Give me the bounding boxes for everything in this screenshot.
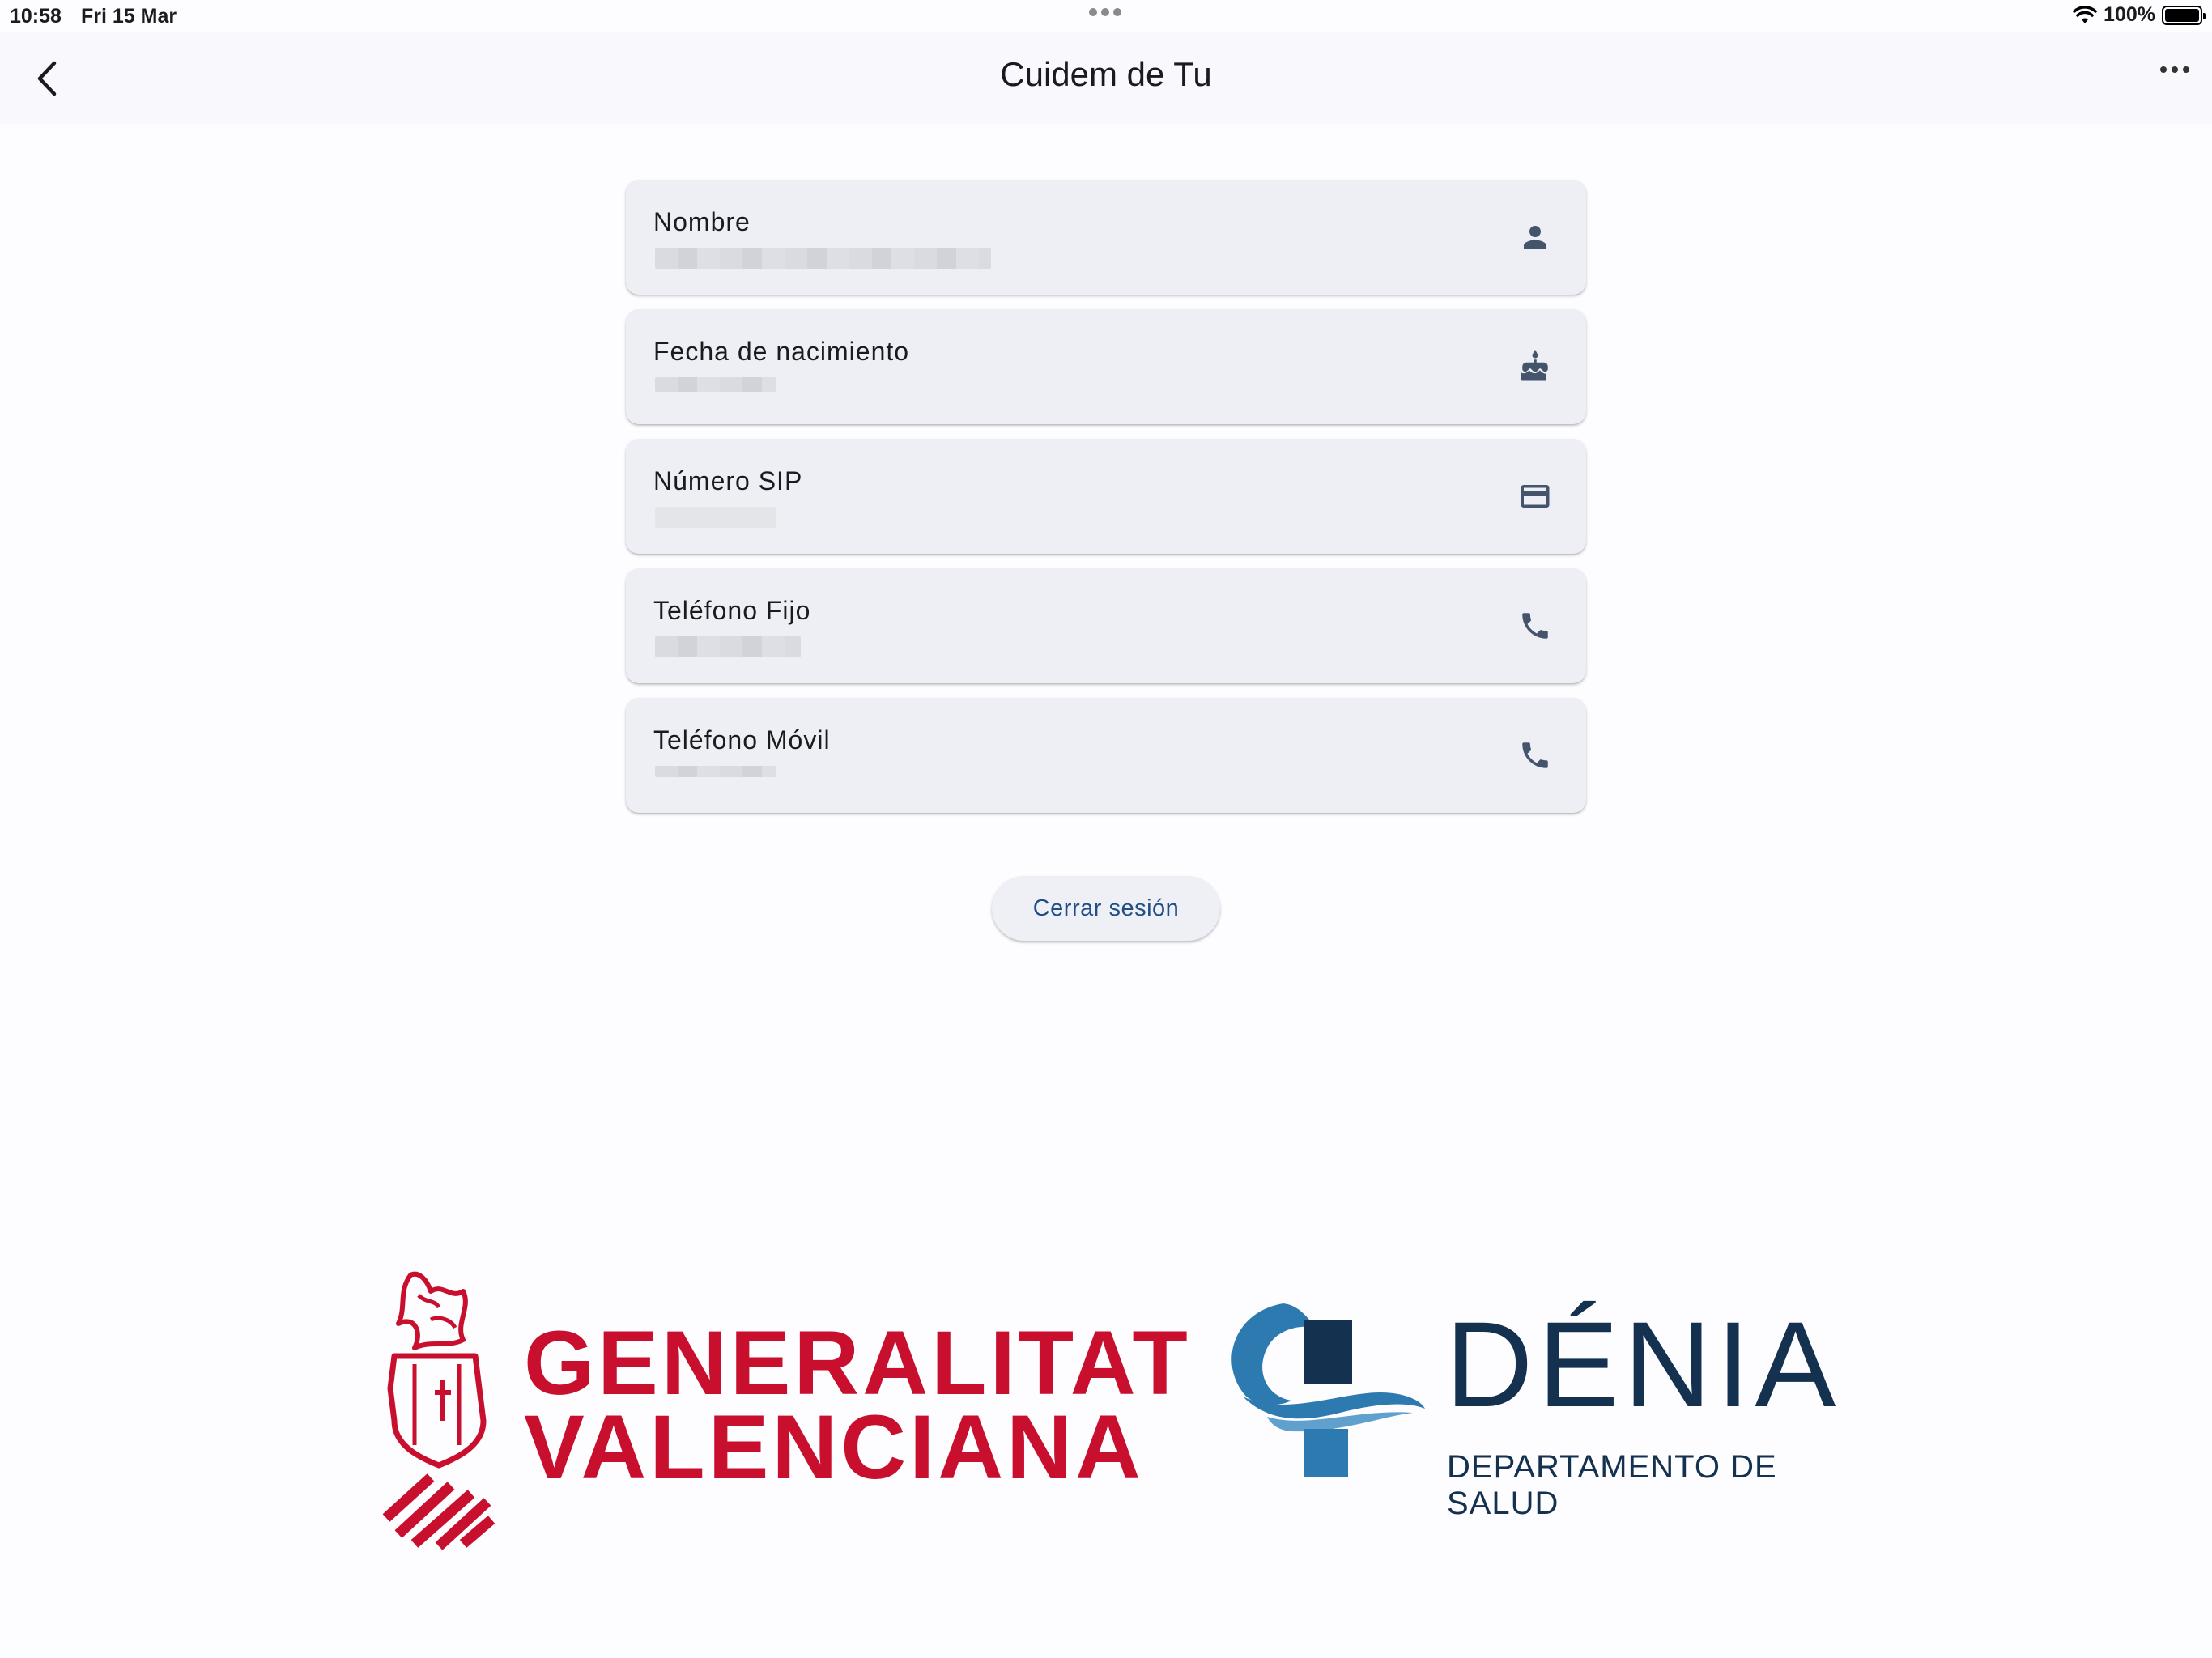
- generalitat-coat-of-arms-icon: [382, 1271, 496, 1550]
- person-icon: [1524, 226, 1546, 249]
- generalitat-wordmark: GENERALITAT VALENCIANA: [524, 1312, 1191, 1498]
- field-card-nombre[interactable]: Nombre: [626, 180, 1586, 295]
- denia-title: DÉNIA: [1445, 1296, 1841, 1432]
- status-time: 10:58: [10, 5, 62, 28]
- status-bar: 10:58 Fri 15 Mar 100%: [0, 0, 2212, 32]
- field-label: Fecha de nacimiento: [653, 337, 910, 366]
- field-label: Nombre: [653, 207, 751, 236]
- battery-percent: 100%: [2104, 3, 2155, 26]
- field-card-numero-sip[interactable]: Número SIP: [626, 439, 1586, 554]
- cake-icon: [1521, 350, 1548, 381]
- denia-departamento-salud-logo: DÉNIA DEPARTAMENTO DE SALUD: [1219, 1295, 1866, 1521]
- status-date: Fri 15 Mar: [81, 5, 177, 28]
- field-label: Teléfono Móvil: [653, 725, 831, 755]
- profile-card-list: Nombre Fecha de nacimiento Número SIP Te…: [626, 180, 1586, 827]
- battery-icon: [2162, 5, 2206, 25]
- phone-icon: [1522, 613, 1548, 639]
- field-label: Teléfono Fijo: [653, 596, 811, 625]
- wifi-icon: [2073, 5, 2097, 23]
- field-value-redacted: [655, 507, 776, 528]
- field-value-redacted: [655, 248, 991, 269]
- more-options-icon[interactable]: [2160, 66, 2189, 73]
- field-label: Número SIP: [653, 466, 803, 495]
- field-value-redacted: [655, 766, 776, 777]
- field-card-telefono-fijo[interactable]: Teléfono Fijo: [626, 568, 1586, 683]
- field-value-redacted: [655, 636, 801, 657]
- credit-card-icon: [1521, 485, 1550, 508]
- logout-button[interactable]: Cerrar sesión: [992, 876, 1220, 941]
- generalitat-valenciana-logo: GENERALITAT VALENCIANA: [374, 1259, 1188, 1550]
- generalitat-line1: GENERALITAT: [524, 1312, 1191, 1414]
- page-title: Cuidem de Tu: [1000, 55, 1212, 93]
- status-right: 100%: [2073, 3, 2206, 27]
- phone-icon: [1522, 742, 1548, 768]
- app-bar: Cuidem de Tu: [0, 32, 2212, 124]
- field-value-redacted: [655, 377, 776, 392]
- field-card-fecha-nacimiento[interactable]: Fecha de nacimiento: [626, 309, 1586, 424]
- denia-emblem-icon: [1231, 1303, 1425, 1477]
- denia-subtitle: DEPARTAMENTO DE SALUD: [1447, 1449, 1777, 1521]
- generalitat-line2: VALENCIANA: [524, 1397, 1144, 1498]
- multitasking-dots-icon[interactable]: [1089, 8, 1121, 16]
- field-card-telefono-movil[interactable]: Teléfono Móvil: [626, 698, 1586, 813]
